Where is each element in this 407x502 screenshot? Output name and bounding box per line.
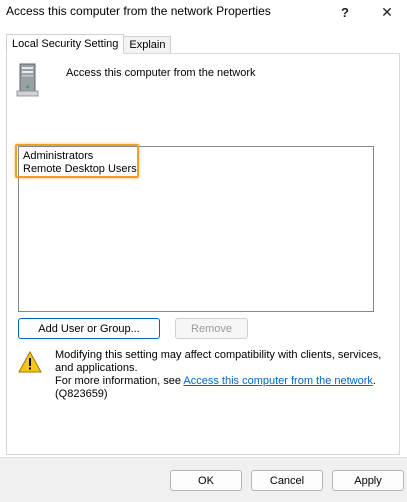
- tab-local-security-setting[interactable]: Local Security Setting: [6, 34, 125, 54]
- tab-explain[interactable]: Explain: [123, 36, 172, 54]
- warning-message: Modifying this setting may affect compat…: [55, 349, 382, 374]
- close-button[interactable]: ✕: [367, 0, 407, 24]
- title-bar: Access this computer from the network Pr…: [0, 0, 407, 24]
- link-suffix: .: [372, 375, 376, 387]
- members-listbox[interactable]: Administrators Remote Desktop Users: [18, 146, 374, 312]
- remove-button[interactable]: Remove: [175, 318, 248, 339]
- warning-text: Modifying this setting may affect compat…: [55, 349, 385, 401]
- tab-strip: Local Security Setting Explain: [6, 34, 172, 54]
- policy-help-link[interactable]: Access this computer from the network: [183, 375, 373, 387]
- more-info-line: For more information, see Access this co…: [55, 375, 385, 388]
- window-title: Access this computer from the network Pr…: [6, 4, 271, 18]
- apply-button[interactable]: Apply: [332, 470, 404, 491]
- dialog-footer: OK Cancel Apply: [0, 457, 407, 502]
- server-tower-icon: [16, 63, 39, 97]
- ok-button[interactable]: OK: [170, 470, 242, 491]
- kb-reference: (Q823659): [55, 388, 108, 400]
- warning-icon: [18, 351, 42, 373]
- help-button[interactable]: ?: [325, 0, 365, 24]
- list-item[interactable]: Administrators: [23, 150, 93, 162]
- add-user-or-group-button[interactable]: Add User or Group...: [18, 318, 160, 339]
- cancel-button[interactable]: Cancel: [251, 470, 323, 491]
- list-item[interactable]: Remote Desktop Users: [23, 163, 137, 175]
- more-info-prefix: For more information, see: [55, 375, 184, 387]
- policy-name: Access this computer from the network: [66, 67, 256, 79]
